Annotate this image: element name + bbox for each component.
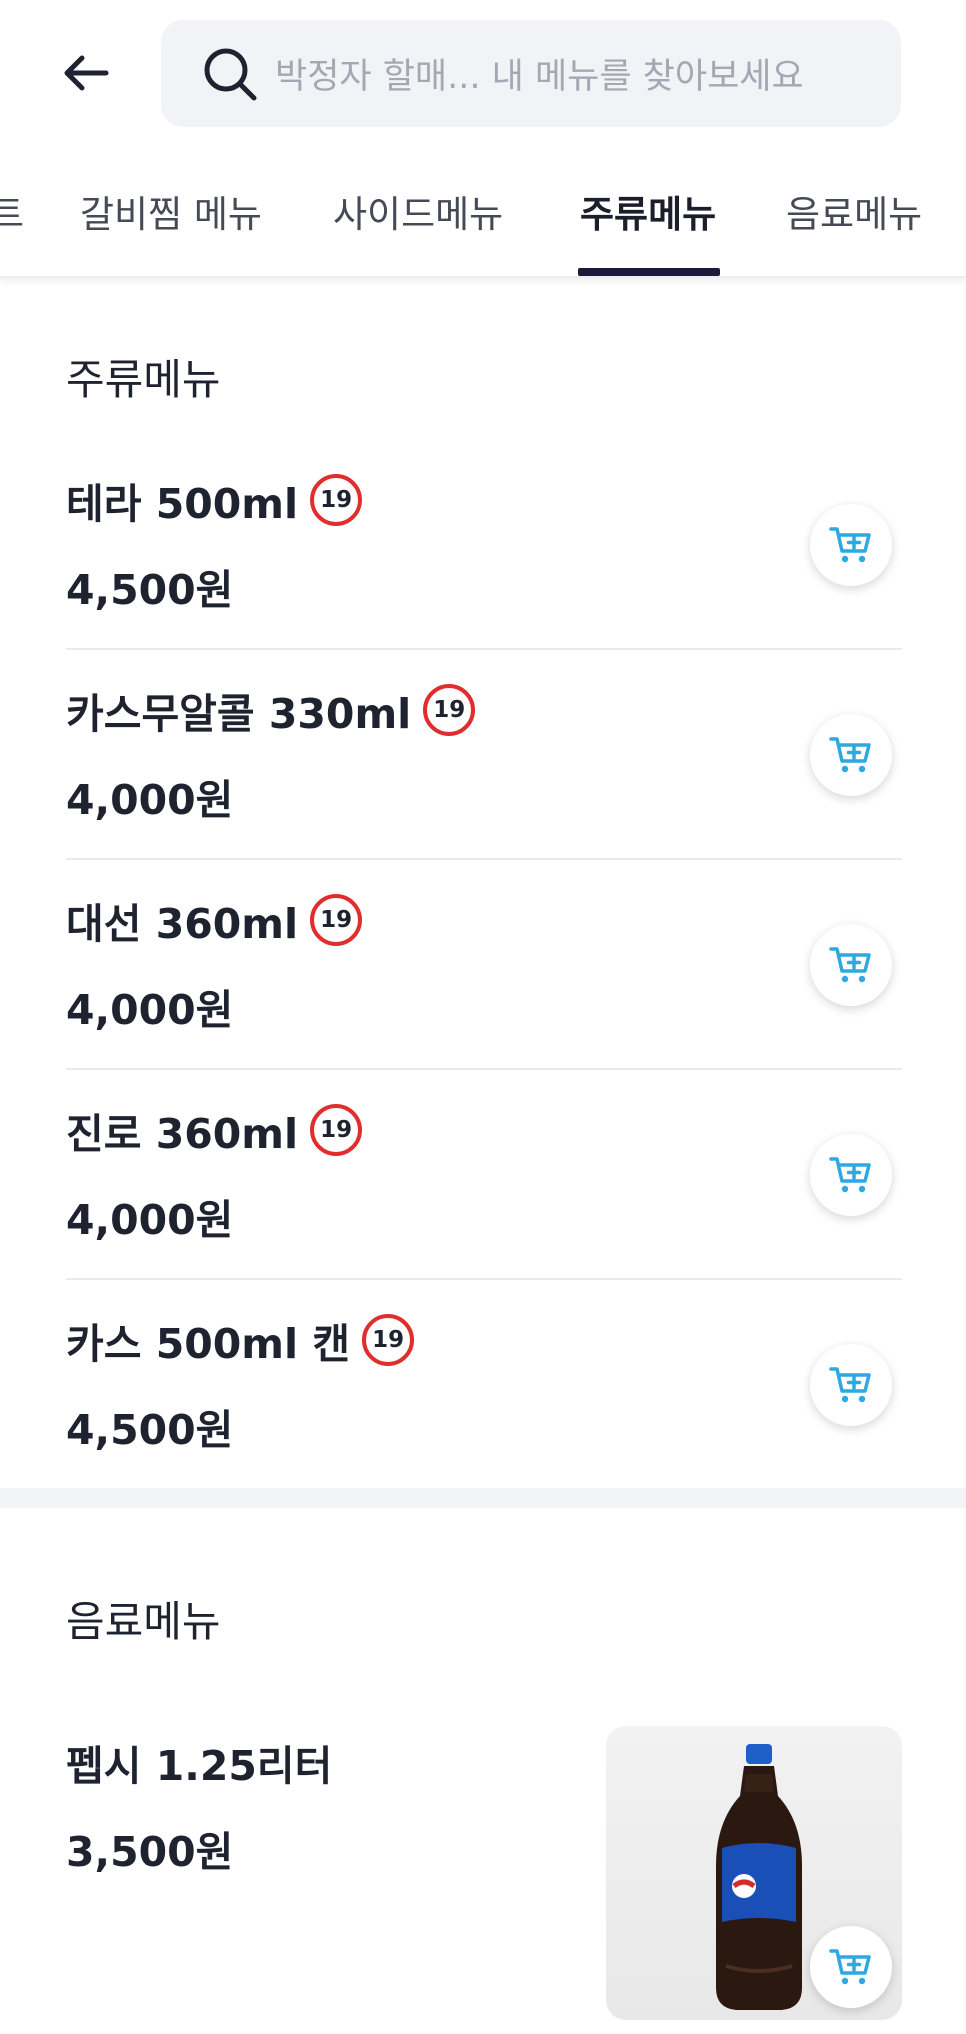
add-to-cart-button[interactable]	[810, 504, 892, 586]
cart-plus-icon	[829, 527, 871, 563]
item-name: 진로 360ml	[66, 1110, 299, 1158]
item-price: 4,000원	[66, 776, 234, 824]
active-tab-indicator	[578, 268, 720, 276]
menu-item[interactable]: 테라 500ml 19 4,500원	[66, 440, 902, 650]
item-price: 4,500원	[66, 566, 234, 614]
item-price: 4,000원	[66, 1196, 234, 1244]
add-to-cart-button[interactable]	[810, 1344, 892, 1426]
search-placeholder: 박정자 할매... 내 메뉴를 찾아보세요	[275, 57, 804, 97]
item-name: 카스 500ml 캔	[66, 1320, 351, 1368]
tab-galbijjim[interactable]: 갈비찜 메뉴	[80, 184, 262, 238]
cart-plus-icon	[829, 1949, 871, 1985]
back-button[interactable]	[56, 40, 116, 106]
menu-item[interactable]: 대선 360ml 19 4,000원	[66, 860, 902, 1070]
search-icon	[199, 43, 261, 105]
item-name: 펩시 1.25리터	[66, 1742, 333, 1790]
category-tabs: 트 갈비찜 메뉴 사이드메뉴 주류메뉴 음료메뉴	[0, 150, 966, 278]
menu-item[interactable]: 카스 500ml 캔 19 4,500원	[66, 1280, 902, 1490]
item-name: 대선 360ml	[66, 900, 299, 948]
cart-plus-icon	[829, 1367, 871, 1403]
section-title-drinks: 음료메뉴	[66, 1597, 221, 1646]
item-name: 테라 500ml	[66, 480, 299, 528]
section-title-liquor: 주류메뉴	[66, 355, 221, 404]
section-divider	[0, 1488, 966, 1508]
item-price: 4,500원	[66, 1406, 234, 1454]
age-restriction-badge: 19	[310, 894, 363, 946]
tab-drinks[interactable]: 음료메뉴	[786, 184, 922, 238]
menu-item[interactable]: 진로 360ml 19 4,000원	[66, 1070, 902, 1280]
add-to-cart-button[interactable]	[810, 1926, 892, 2008]
tab-liquor[interactable]: 주류메뉴	[580, 184, 716, 238]
cart-plus-icon	[829, 737, 871, 773]
add-to-cart-button[interactable]	[810, 714, 892, 796]
menu-item[interactable]: 카스무알콜 330ml 19 4,000원	[66, 650, 902, 860]
age-restriction-badge: 19	[362, 1314, 415, 1366]
cart-plus-icon	[829, 1157, 871, 1193]
item-price: 4,000원	[66, 986, 234, 1034]
tab-side[interactable]: 사이드메뉴	[333, 184, 503, 238]
add-to-cart-button[interactable]	[810, 924, 892, 1006]
top-bar: 박정자 할매... 내 메뉴를 찾아보세요	[0, 0, 966, 150]
add-to-cart-button[interactable]	[810, 1134, 892, 1216]
item-price: 3,500원	[66, 1828, 234, 1876]
age-restriction-badge: 19	[310, 474, 363, 526]
cart-plus-icon	[829, 947, 871, 983]
arrow-left-icon	[64, 55, 109, 91]
age-restriction-badge: 19	[310, 1104, 363, 1156]
search-input[interactable]: 박정자 할매... 내 메뉴를 찾아보세요	[161, 20, 901, 127]
tab-partial[interactable]: 트	[0, 184, 24, 238]
item-name: 카스무알콜 330ml	[66, 690, 412, 738]
age-restriction-badge: 19	[423, 684, 476, 736]
